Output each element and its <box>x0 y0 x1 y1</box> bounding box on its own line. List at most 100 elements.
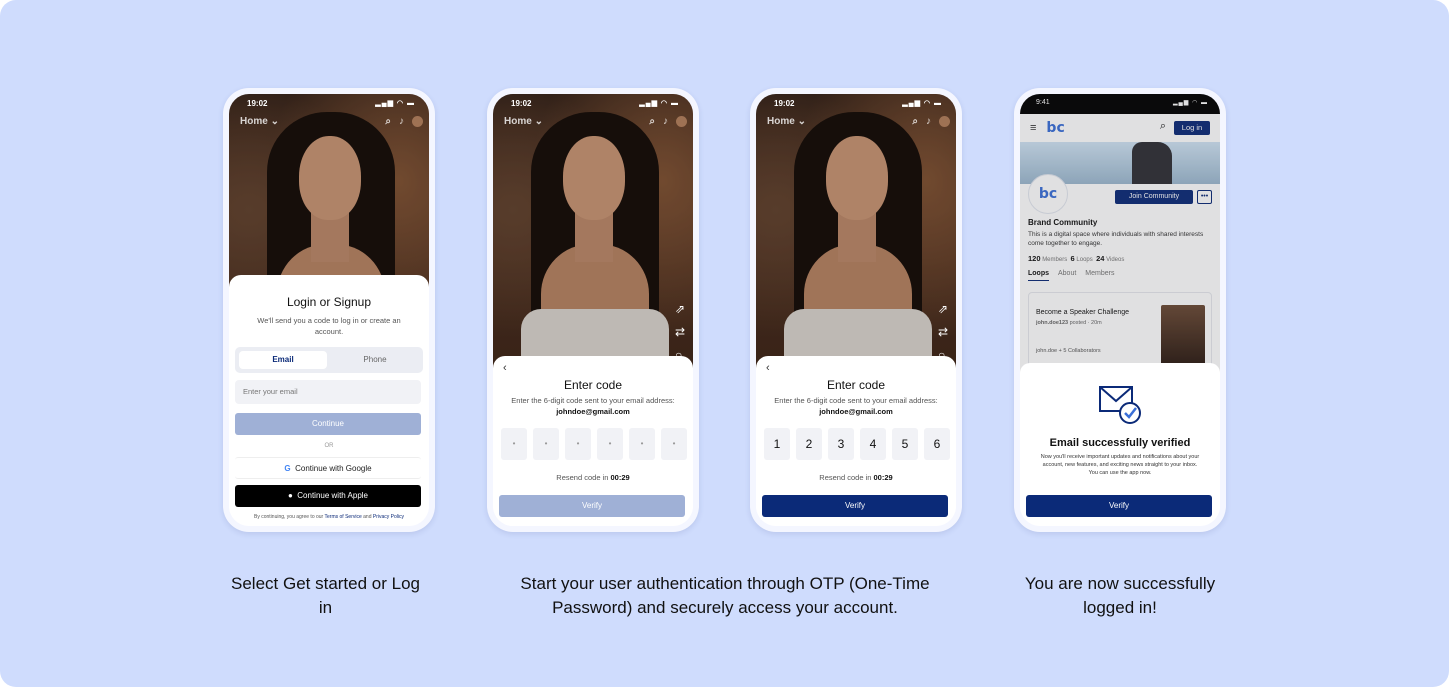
otp-digit[interactable]: 2 <box>796 428 822 460</box>
subtitle-prefix: Enter the 6-digit code sent to your emai… <box>774 396 938 405</box>
status-bar: 19:02 ▂▄▆ ◠ ▬ <box>493 94 693 114</box>
bell-icon[interactable]: ♪ <box>663 116 668 127</box>
or-divider: OR <box>324 443 334 449</box>
resend-timer: Resend code in 00:29 <box>493 473 693 482</box>
search-icon[interactable]: ⌕ <box>912 116 918 127</box>
otp-digit[interactable]: 4 <box>860 428 886 460</box>
otp-digit[interactable]: 5 <box>892 428 918 460</box>
back-arrow-icon[interactable]: ‹ <box>766 362 770 374</box>
chevron-down-icon: ⌄ <box>534 116 543 127</box>
login-method-toggle: Email Phone <box>235 347 423 373</box>
privacy-link[interactable]: Privacy Policy <box>373 514 404 520</box>
apple-button[interactable]: ● Continue with Apple <box>235 485 421 507</box>
sheet-title: Enter code <box>826 378 886 392</box>
apple-icon: ● <box>287 491 293 500</box>
repost-icon[interactable]: ⇄ <box>938 325 948 339</box>
caption-otp: Start your user authentication through O… <box>520 574 930 617</box>
terms-text: By continuing, you agree to our Terms of… <box>229 514 429 520</box>
google-label: Continue with Google <box>295 464 372 473</box>
otp-sheet: ‹ Enter code Enter the 6-digit code sent… <box>493 356 693 526</box>
repost-icon[interactable]: ⇄ <box>675 325 685 339</box>
nav-home-dropdown[interactable]: Home <box>504 116 532 127</box>
verified-sheet: Email successfully verified Now you'll r… <box>1020 363 1220 526</box>
nav-home-dropdown[interactable]: Home <box>240 116 268 127</box>
status-bar: 19:02 ▂▄▆ ◠ ▬ <box>229 94 429 114</box>
video-background <box>756 94 956 384</box>
apple-label: Continue with Apple <box>297 491 368 500</box>
sheet-title: Login or Signup <box>286 295 372 309</box>
share-icon[interactable]: ⇗ <box>675 302 685 316</box>
otp-digit[interactable]: • <box>597 428 623 460</box>
otp-digit[interactable]: • <box>533 428 559 460</box>
resend-time: 00:29 <box>873 473 893 482</box>
verify-button[interactable]: Verify <box>1026 495 1212 517</box>
video-background <box>493 94 693 384</box>
top-nav: Home ⌄ ⌕ ♪ <box>229 116 429 134</box>
sheet-title: Enter code <box>563 378 623 392</box>
otp-digit[interactable]: • <box>661 428 687 460</box>
side-actions: ⇗ ⇄ ○ <box>938 302 948 362</box>
google-button[interactable]: G Continue with Google <box>235 457 421 479</box>
status-bar: 19:02 ▂▄▆ ◠ ▬ <box>756 94 956 114</box>
status-time: 19:02 <box>774 99 795 108</box>
phone-login: 19:02 ▂▄▆ ◠ ▬ Home ⌄ ⌕ ♪ Login or Signup W… <box>223 88 435 532</box>
verified-subtitle: Now you'll receive important updates and… <box>1040 454 1200 476</box>
status-time: 19:02 <box>511 99 532 108</box>
otp-input[interactable]: 1 2 3 4 5 6 <box>764 428 950 460</box>
otp-input[interactable]: • • • • • • <box>501 428 687 460</box>
email-input[interactable]: Enter your email <box>235 380 421 404</box>
bell-icon[interactable]: ♪ <box>926 116 931 127</box>
phone-verified: 9:41 ▂▄▆ ◠ ▬ ≡ bc ⌕ Log in bc Join Commun… <box>1014 88 1226 532</box>
verified-title: Email successfully verified <box>1049 437 1191 449</box>
share-icon[interactable]: ⇗ <box>938 302 948 316</box>
avatar[interactable] <box>676 116 687 127</box>
status-icons: ▂▄▆ ◠ ▬ <box>375 100 415 107</box>
screen-verified: 9:41 ▂▄▆ ◠ ▬ ≡ bc ⌕ Log in bc Join Commun… <box>1020 94 1220 526</box>
resend-timer: Resend code in 00:29 <box>756 473 956 482</box>
chevron-down-icon: ⌄ <box>797 116 806 127</box>
screen-login: 19:02 ▂▄▆ ◠ ▬ Home ⌄ ⌕ ♪ Login or Signup W… <box>229 94 429 526</box>
email-value: johndoe@gmail.com <box>819 407 893 416</box>
resend-prefix: Resend code in <box>819 473 874 482</box>
nav-home-dropdown[interactable]: Home <box>767 116 795 127</box>
continue-button[interactable]: Continue <box>235 413 421 435</box>
login-sheet: Login or Signup We'll send you a code to… <box>229 275 429 526</box>
terms-and: and <box>361 514 373 520</box>
search-icon[interactable]: ⌕ <box>385 116 391 127</box>
caption-login: Select Get started or Log in <box>231 574 420 617</box>
screen-otp-filled: 19:02 ▂▄▆ ◠ ▬ Home ⌄ ⌕ ♪ ⇗ ⇄ ○ ‹ Enter code … <box>756 94 956 526</box>
email-value: johndoe@gmail.com <box>556 407 630 416</box>
google-icon: G <box>284 464 291 473</box>
avatar[interactable] <box>939 116 950 127</box>
otp-sheet: ‹ Enter code Enter the 6-digit code sent… <box>756 356 956 526</box>
otp-digit[interactable]: 1 <box>764 428 790 460</box>
search-icon[interactable]: ⌕ <box>649 116 655 127</box>
resend-prefix: Resend code in <box>556 473 611 482</box>
caption-success: You are now successfully logged in! <box>1024 574 1216 617</box>
status-time: 19:02 <box>247 99 268 108</box>
resend-time: 00:29 <box>610 473 630 482</box>
phone-otp-empty: 19:02 ▂▄▆ ◠ ▬ Home ⌄ ⌕ ♪ ⇗ ⇄ ○ ‹ Enter code … <box>487 88 699 532</box>
tab-phone[interactable]: Phone <box>331 351 419 369</box>
bell-icon[interactable]: ♪ <box>399 116 404 127</box>
otp-digit[interactable]: • <box>565 428 591 460</box>
otp-digit[interactable]: • <box>501 428 527 460</box>
status-icons: ▂▄▆ ◠ ▬ <box>902 100 942 107</box>
chevron-down-icon: ⌄ <box>270 116 279 127</box>
terms-prefix: By continuing, you agree to our <box>254 514 325 520</box>
terms-link[interactable]: Terms of Service <box>325 514 362 520</box>
tab-email[interactable]: Email <box>239 351 327 369</box>
side-actions: ⇗ ⇄ ○ <box>675 302 685 362</box>
subtitle-prefix: Enter the 6-digit code sent to your emai… <box>511 396 675 405</box>
otp-digit[interactable]: 3 <box>828 428 854 460</box>
phone-otp-filled: 19:02 ▂▄▆ ◠ ▬ Home ⌄ ⌕ ♪ ⇗ ⇄ ○ ‹ Enter code … <box>750 88 962 532</box>
verify-button[interactable]: Verify <box>499 495 685 517</box>
screen-otp-empty: 19:02 ▂▄▆ ◠ ▬ Home ⌄ ⌕ ♪ ⇗ ⇄ ○ ‹ Enter code … <box>493 94 693 526</box>
overlay <box>1020 94 1220 374</box>
otp-digit[interactable]: • <box>629 428 655 460</box>
verify-button[interactable]: Verify <box>762 495 948 517</box>
back-arrow-icon[interactable]: ‹ <box>503 362 507 374</box>
sheet-subtitle: We'll send you a code to log in or creat… <box>257 316 401 336</box>
avatar[interactable] <box>412 116 423 127</box>
otp-digit[interactable]: 6 <box>924 428 950 460</box>
